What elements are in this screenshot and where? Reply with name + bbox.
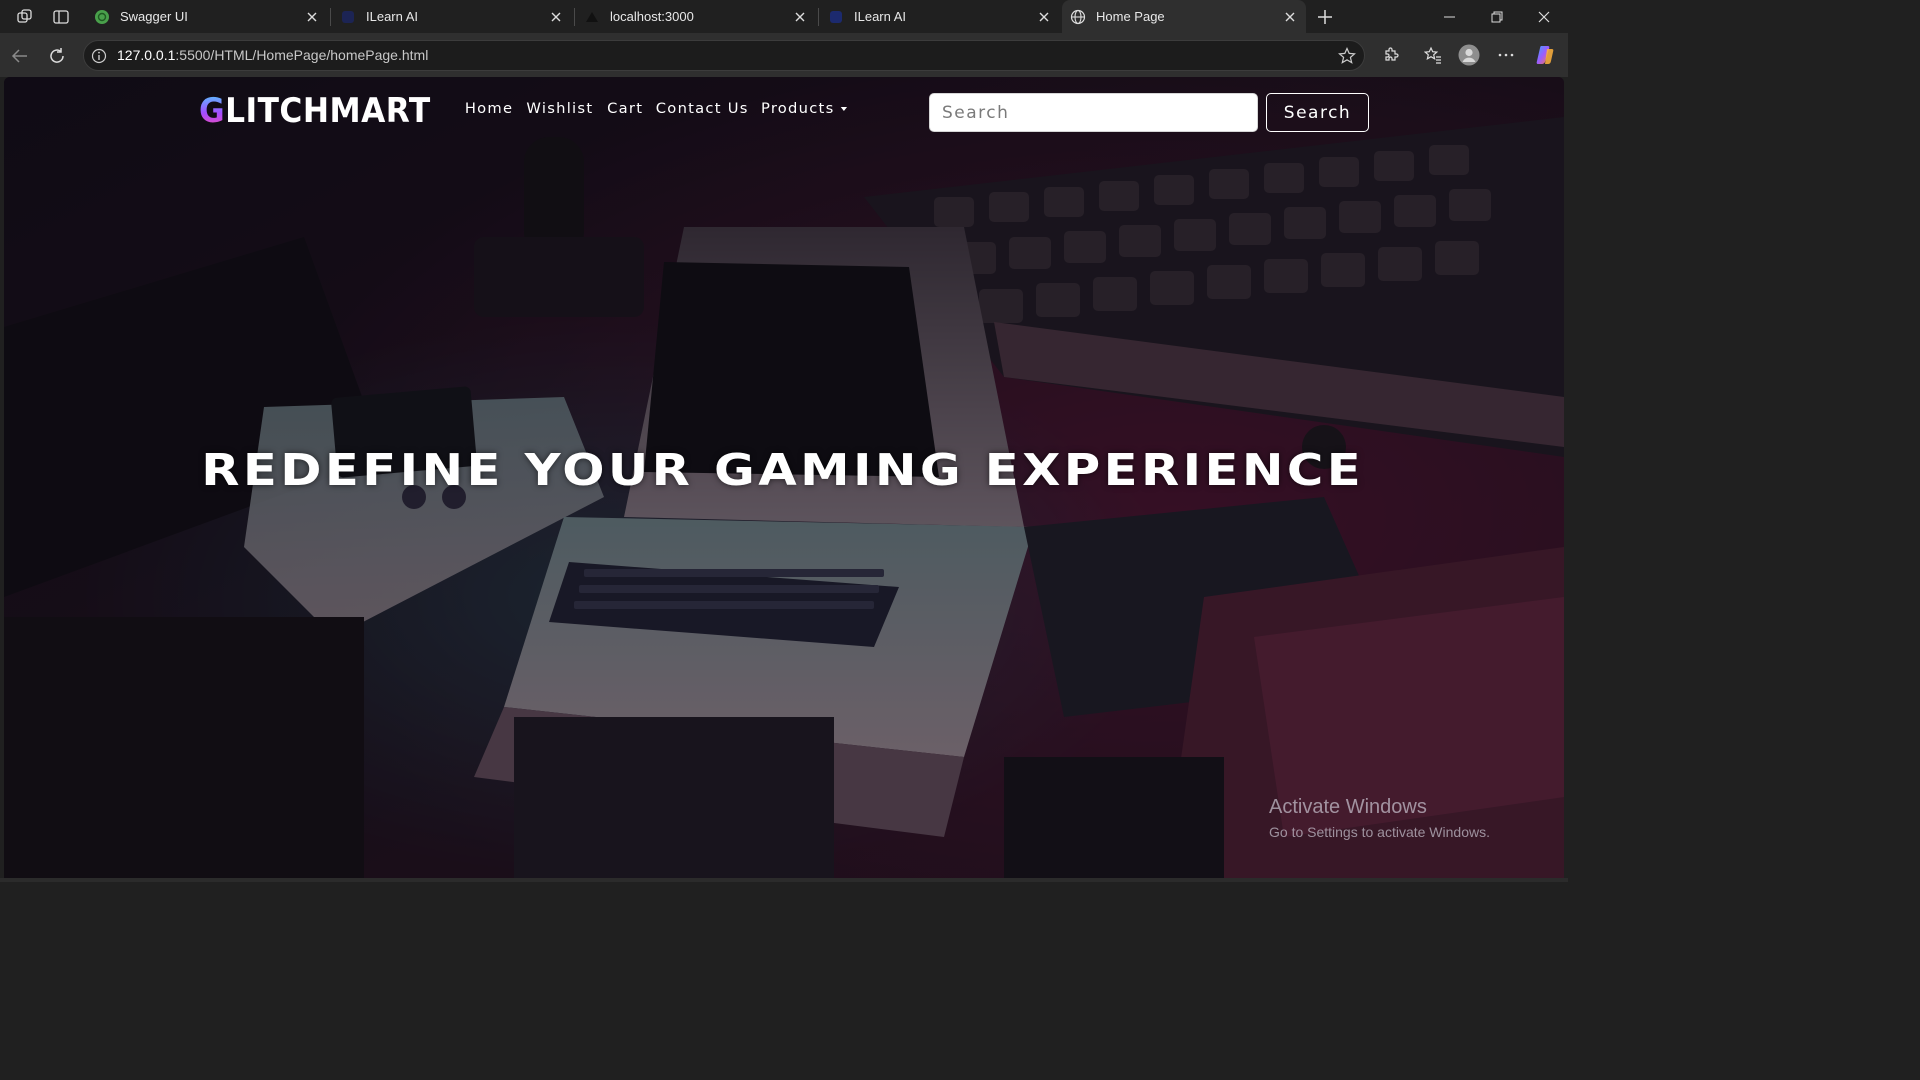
tab-title: localhost:3000 xyxy=(610,9,694,24)
tab-ilearn-ai-1[interactable]: ILearn AI xyxy=(332,0,572,33)
ilearn-icon xyxy=(828,9,844,25)
search-button[interactable]: Search xyxy=(1266,93,1369,132)
extensions-icon[interactable] xyxy=(1380,44,1402,66)
logo-text: LITCHMART xyxy=(225,91,431,131)
more-menu-icon[interactable] xyxy=(1495,44,1517,66)
restore-icon[interactable] xyxy=(1474,0,1520,33)
triangle-icon xyxy=(584,9,600,25)
site-logo[interactable]: GLITCHMART xyxy=(199,91,431,131)
new-tab-icon[interactable] xyxy=(1314,6,1336,28)
nav-products-dropdown[interactable]: Products xyxy=(761,101,847,117)
url-text: 127.0.0.1:5500/HTML/HomePage/homePage.ht… xyxy=(117,47,428,63)
close-window-icon[interactable] xyxy=(1521,0,1567,33)
logo-letter: G xyxy=(199,91,226,131)
globe-icon xyxy=(1070,9,1086,25)
favorites-icon[interactable] xyxy=(1422,44,1444,66)
site-navbar: GLITCHMART Home Wishlist Cart Contact Us… xyxy=(4,77,1564,149)
url-host: 127.0.0.1 xyxy=(117,47,176,63)
nav-products-label: Products xyxy=(760,101,835,117)
nav-links: Home Wishlist Cart Contact Us Products xyxy=(465,101,861,117)
close-icon[interactable] xyxy=(304,9,320,25)
tab-home-page[interactable]: Home Page xyxy=(1062,0,1306,33)
tab-ilearn-ai-2[interactable]: ILearn AI xyxy=(820,0,1060,33)
search-input[interactable] xyxy=(929,93,1258,132)
reload-icon[interactable] xyxy=(44,43,70,69)
url-path: :5500/HTML/HomePage/homePage.html xyxy=(175,47,429,63)
nav-home[interactable]: Home xyxy=(465,101,513,117)
vertical-tabs-icon[interactable] xyxy=(50,6,72,28)
watermark-title: Activate Windows xyxy=(1269,796,1427,818)
watermark-subtitle: Go to Settings to activate Windows. xyxy=(1269,824,1490,840)
hero-title: REDEFINE YOUR GAMING EXPERIENCE xyxy=(201,445,1365,496)
tab-title: ILearn AI xyxy=(854,9,907,24)
favorite-star-icon[interactable] xyxy=(1338,47,1356,65)
minimize-icon[interactable] xyxy=(1426,0,1472,33)
tab-localhost[interactable]: localhost:3000 xyxy=(576,0,816,33)
close-icon[interactable] xyxy=(548,9,564,25)
nav-wishlist[interactable]: Wishlist xyxy=(527,101,594,117)
nav-cart[interactable]: Cart xyxy=(607,101,643,117)
address-bar[interactable]: 127.0.0.1:5500/HTML/HomePage/homePage.ht… xyxy=(83,40,1365,71)
site-info-icon[interactable] xyxy=(91,48,107,64)
ilearn-icon xyxy=(340,9,356,25)
workspaces-icon[interactable] xyxy=(14,6,36,28)
toolbar: 127.0.0.1:5500/HTML/HomePage/homePage.ht… xyxy=(0,33,1568,77)
window-bottom-edge xyxy=(0,878,1568,882)
nav-contact-us[interactable]: Contact Us xyxy=(656,101,749,117)
close-icon[interactable] xyxy=(792,9,808,25)
close-icon[interactable] xyxy=(1036,9,1052,25)
copilot-icon[interactable] xyxy=(1534,44,1556,66)
swagger-icon xyxy=(94,9,110,25)
tab-title: Swagger UI xyxy=(120,9,188,24)
caret-down-icon xyxy=(840,107,847,111)
tab-swagger-ui[interactable]: Swagger UI xyxy=(86,0,328,33)
tab-strip: Swagger UI ILearn AI localhost:3000 ILea… xyxy=(0,0,1568,33)
back-icon[interactable] xyxy=(7,43,33,69)
tab-title: ILearn AI xyxy=(366,9,419,24)
tab-title: Home Page xyxy=(1096,9,1165,24)
profile-avatar-icon[interactable] xyxy=(1458,44,1480,66)
close-icon[interactable] xyxy=(1282,9,1298,25)
page-viewport: GLITCHMART Home Wishlist Cart Contact Us… xyxy=(4,77,1564,878)
windows-activation-watermark: Activate Windows Go to Settings to activ… xyxy=(1269,796,1490,840)
